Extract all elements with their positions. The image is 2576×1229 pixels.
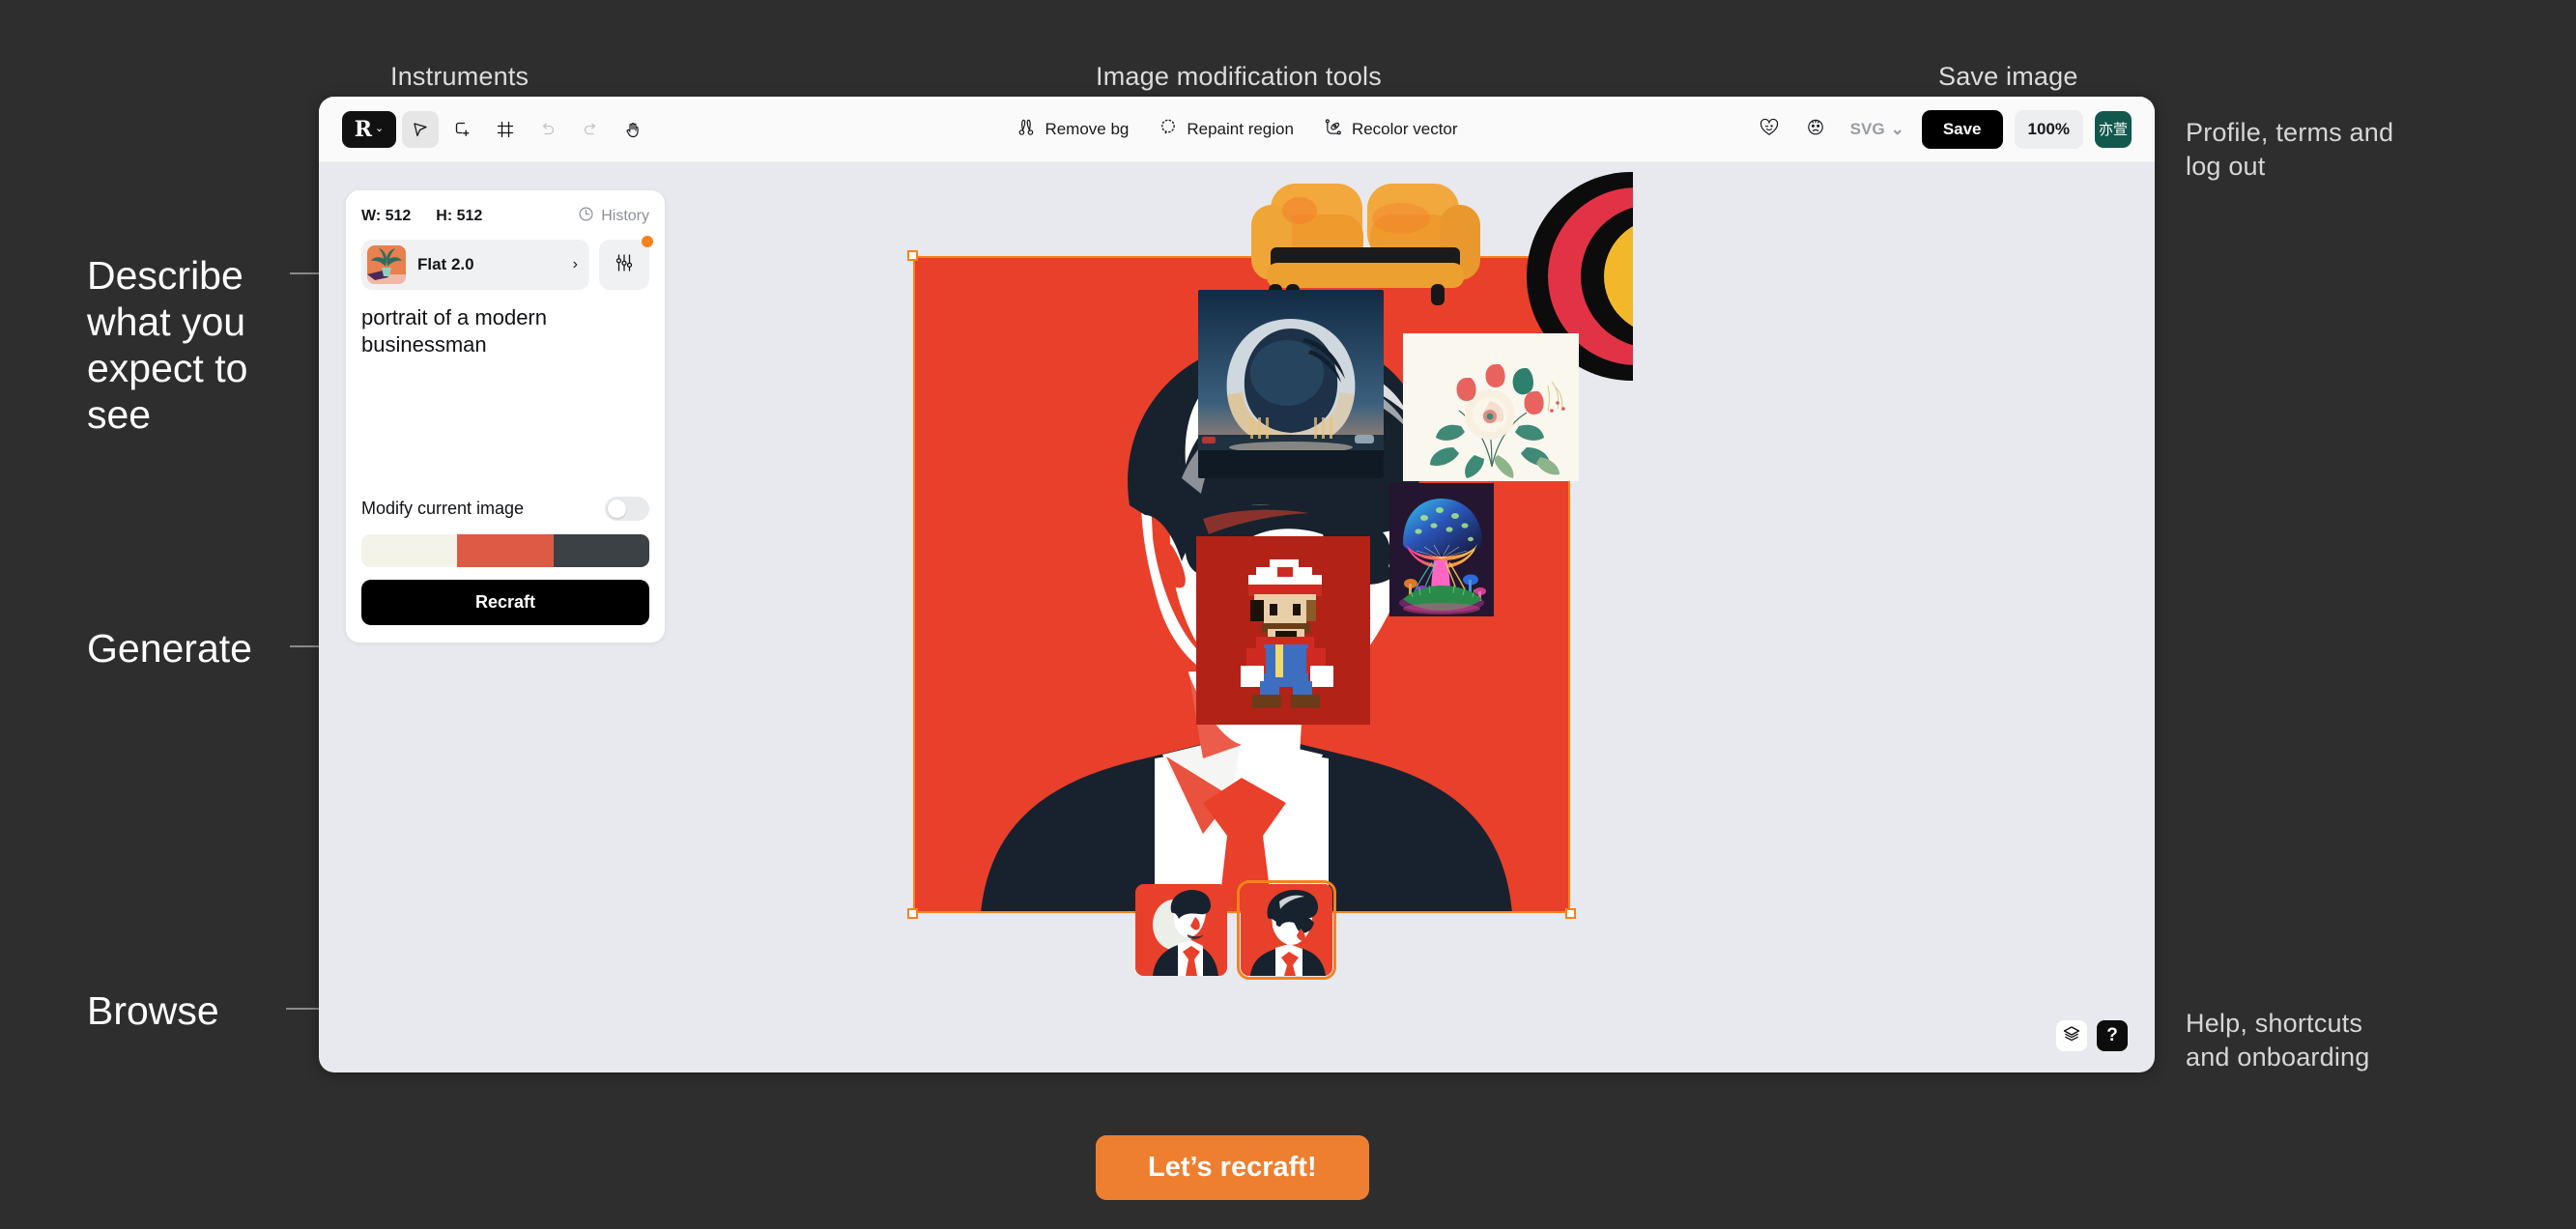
style-name: Flat 2.0 [417,255,474,273]
resize-handle-bottom-left[interactable] [907,908,918,919]
bottom-tools: ? [2056,1020,2128,1051]
scissors-icon [1016,117,1036,142]
annotation-generate: Generate [87,626,252,671]
floral-illustration-image[interactable] [1403,333,1579,481]
color-palette[interactable] [361,534,649,567]
remove-bg-button[interactable]: Remove bg [1016,117,1129,142]
resize-handle-bottom-right[interactable] [1565,908,1576,919]
layers-button[interactable] [2056,1020,2087,1051]
undo-tool[interactable] [530,111,566,148]
modify-current-image-row: Modify current image [361,497,649,521]
hand-icon [623,120,643,139]
heart-face-button[interactable] [1752,112,1787,147]
add-frame-icon [453,120,472,139]
repaint-region-button[interactable]: Repaint region [1158,117,1294,142]
variation-thumbnail-2[interactable] [1237,880,1336,980]
layers-icon [2062,1024,2081,1048]
variation-thumbnail-1[interactable] [1135,884,1227,976]
cursor-arrow-icon [411,120,430,139]
redo-tool[interactable] [572,111,609,148]
recraft-logo-icon: R [354,116,373,142]
height-value: H: 512 [436,208,483,224]
toolbar-right-group: SVG ⌄ Save 100% 亦萱 [1752,109,2132,149]
width-value: W: 512 [361,208,412,224]
dimensions-row: W: 512 H: 512 History [361,206,649,227]
annotation-help: Help, shortcuts and onboarding [2186,1009,2370,1072]
history-button[interactable]: History [578,206,649,227]
chevron-down-icon: ⌄ [1890,119,1904,138]
annotation-instruments: Instruments [390,62,530,91]
undo-arrow-icon [538,120,558,139]
modify-current-image-toggle[interactable] [605,497,649,521]
style-thumbnail [367,245,406,284]
neon-mushroom-image[interactable] [1389,483,1494,616]
format-value: SVG [1849,119,1885,138]
chevron-right-icon: › [572,256,578,272]
annotation-image-modification-tools: Image modification tools [1096,62,1382,91]
app-window: R ⌄ Remove bg Repaint region Recolor vec… [319,97,2155,1072]
annotation-browse: Browse [87,988,219,1033]
modify-current-image-label: Modify current image [361,499,525,518]
format-select[interactable]: SVG ⌄ [1845,120,1910,139]
lets-recraft-button[interactable]: Let’s recraft! [1096,1135,1369,1200]
prompt-input[interactable]: portrait of a modern businessman [361,304,649,493]
recolor-icon [1323,117,1343,142]
avatar[interactable]: 亦萱 [2095,110,2132,148]
generation-panel: W: 512 H: 512 History Flat 2.0 › portrai… [346,190,665,643]
variation-thumbnails [1135,880,1336,980]
sliders-icon [614,252,635,278]
sad-face-button[interactable] [1798,112,1833,147]
recolor-vector-button[interactable]: Recolor vector [1323,117,1458,142]
toggle-knob [608,500,626,518]
recraft-logo-button[interactable]: R ⌄ [342,110,396,148]
crop-frame-icon [496,120,515,139]
futuristic-architecture-image[interactable] [1198,290,1384,478]
history-label: History [601,208,649,224]
toolbar-center-group: Remove bg Repaint region Recolor vector [1016,117,1458,142]
style-settings-button[interactable] [599,236,653,290]
toolbar-left-group: R ⌄ [342,110,651,148]
style-selector[interactable]: Flat 2.0 › [361,240,589,290]
resize-handle-top-left[interactable] [907,250,918,261]
recolor-vector-label: Recolor vector [1351,119,1458,138]
pixel-art-character-image[interactable] [1196,536,1370,725]
hand-tool[interactable] [615,111,651,148]
annotation-profile: Profile, terms and log out [2186,118,2394,181]
screenshot-stage: Instruments Image modification tools Sav… [0,0,2576,1229]
save-button[interactable]: Save [1921,109,2003,149]
recraft-button[interactable]: Recraft [361,580,649,625]
clock-icon [578,206,594,227]
lasso-icon [1158,117,1178,142]
repaint-region-label: Repaint region [1187,119,1294,138]
style-row: Flat 2.0 › [361,236,653,290]
redo-arrow-icon [581,120,600,139]
settings-notification-dot [642,236,653,247]
annotation-save-image: Save image [1938,62,2078,91]
help-button[interactable]: ? [2097,1020,2128,1051]
chevron-down-icon: ⌄ [375,123,385,134]
select-tool[interactable] [402,110,439,148]
annotation-describe: Describe what you expect to see [87,253,248,437]
palette-swatch-2[interactable] [457,534,554,567]
add-shape-tool[interactable] [444,111,481,148]
zoom-level-button[interactable]: 100% [2014,109,2083,149]
heart-smiley-icon [1758,115,1781,143]
palette-swatch-1[interactable] [361,534,458,567]
sad-smiley-icon [1804,115,1827,143]
remove-bg-label: Remove bg [1045,119,1130,138]
toolbar: R ⌄ Remove bg Repaint region Recolor vec… [319,97,2155,162]
palette-swatch-3[interactable] [553,534,649,567]
frame-tool[interactable] [487,111,524,148]
